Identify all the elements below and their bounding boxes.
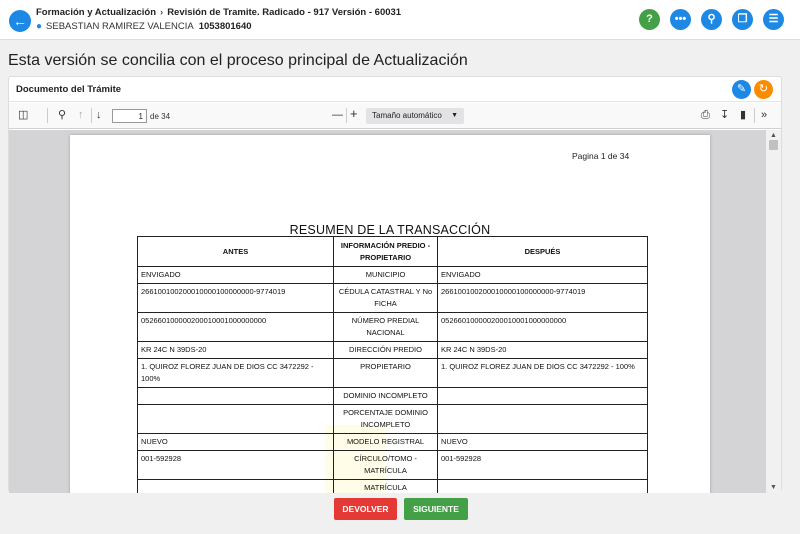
table-header-row: ANTES INFORMACIÓN PREDIO - PROPIETARIO D… [137, 236, 648, 267]
column-header: DESPUÉS [437, 236, 648, 267]
table-cell: CÉDULA CATASTRAL Y No FICHA [333, 283, 438, 313]
top-bar: ← Formación y Actualización › Revisión de … [0, 0, 800, 40]
breadcrumb-item: Revisión de Tramite. Radicado - 917 Vers… [167, 7, 402, 18]
table-cell: 266100100200010000100000000-9774019 [437, 283, 648, 313]
table-cell: NUEVO [437, 433, 648, 451]
table-row: 052660100000200010001000000000 NÚMERO PRE… [137, 312, 648, 342]
table-row: MATRÍCULA [137, 479, 648, 493]
table-cell: NUEVO [137, 433, 334, 451]
print-icon[interactable]: ⎙ [701, 108, 710, 123]
vertical-scrollbar[interactable]: ▲ ▼ [766, 130, 781, 493]
zoom-select-value: Tamaño automático [372, 111, 442, 120]
edit-pencil-icon[interactable]: ✎ [732, 80, 751, 99]
scroll-up-icon[interactable]: ▲ [770, 132, 777, 139]
person-icon: ● [36, 21, 43, 32]
scroll-thumb[interactable] [769, 140, 778, 150]
more-icon[interactable]: ••• [670, 9, 691, 30]
table-cell [437, 387, 648, 405]
table-cell: MODELO REGISTRAL [333, 433, 438, 451]
refresh-icon[interactable]: ↻ [754, 80, 773, 99]
table-cell: DOMINIO INCOMPLETO [333, 387, 438, 405]
document-panel: Documento del Trámite ✎ ↻ ◫ ⚲ ↑ ↓ 1 de 3… [8, 76, 782, 493]
copy-icon[interactable]: ❐ [732, 9, 753, 30]
table-cell: 001-592928 [437, 450, 648, 480]
page-label: Pagina 1 de 34 [572, 151, 630, 161]
table-row: 001-592928 CÍRCULO/TOMO - MATRÍCULA 001-59… [137, 450, 648, 480]
previous-page-icon[interactable]: ↑ [78, 108, 84, 123]
user-name: SEBASTIAN RAMIREZ VALENCIA [46, 21, 194, 32]
tools-chevron-icon[interactable]: » [761, 108, 767, 123]
back-arrow-icon[interactable]: ← [9, 10, 31, 32]
page-title: Esta versión se concilia con el proceso … [8, 52, 468, 69]
user-id: 1053801640 [198, 21, 252, 32]
table-cell: KR 24C N 39DS-20 [137, 341, 334, 359]
sidebar-toggle-icon[interactable]: ◫ [18, 108, 28, 123]
column-header: INFORMACIÓN PREDIO - PROPIETARIO [333, 236, 438, 267]
table-cell: 001-592928 [137, 450, 334, 480]
divider [346, 108, 347, 123]
chevron-down-icon: ▼ [451, 112, 458, 119]
page-number-input[interactable]: 1 [112, 109, 147, 123]
user-info: ● SEBASTIAN RAMIREZ VALENCIA 1053801640 [36, 21, 252, 32]
scroll-down-icon[interactable]: ▼ [770, 484, 777, 491]
table-row: KR 24C N 39DS-20 DIRECCIÓN PREDIO KR 24C N… [137, 341, 648, 359]
table-cell [137, 387, 334, 405]
pdf-page: Pagina 1 de 34 RESUMEN DE LA TRANSACCIÓN… [70, 135, 710, 493]
breadcrumb-item[interactable]: Formación y Actualización [36, 7, 156, 18]
table-cell: ENVIGADO [437, 266, 648, 284]
devolver-button[interactable]: DEVOLVER [334, 498, 397, 520]
page-count: de 34 [150, 112, 171, 121]
table-cell [437, 479, 648, 493]
top-actions: ? ••• ⚲ ❐ ☰ [639, 9, 784, 30]
table-cell [437, 404, 648, 434]
transaction-table: ANTES INFORMACIÓN PREDIO - PROPIETARIO D… [137, 236, 648, 493]
table-cell: 266100100200010000100000000-9774019 [137, 283, 334, 313]
table-cell: 1. QUIROZ FLOREZ JUAN DE DIOS CC 3472292… [437, 358, 648, 388]
panel-header: Documento del Trámite ✎ ↻ [9, 77, 781, 102]
table-cell: PROPIETARIO [333, 358, 438, 388]
table-cell: NÚMERO PREDIAL NACIONAL [333, 312, 438, 342]
table-cell: MUNICIPIO [333, 266, 438, 284]
footer-actions: DEVOLVER SIGUIENTE [0, 498, 800, 520]
next-page-icon[interactable]: ↓ [96, 108, 102, 123]
table-cell: KR 24C N 39DS-20 [437, 341, 648, 359]
table-row: NUEVO MODELO REGISTRAL NUEVO [137, 433, 648, 451]
table-cell [137, 404, 334, 434]
panel-title: Documento del Trámite [16, 84, 122, 95]
zoom-in-icon[interactable]: + [350, 106, 358, 121]
table-row: PORCENTAJE DOMINIO INCOMPLETO [137, 404, 648, 434]
table-row: DOMINIO INCOMPLETO [137, 387, 648, 405]
table-row: ENVIGADO MUNICIPIO ENVIGADO [137, 266, 648, 284]
table-cell: 052660100000200010001000000000 [137, 312, 334, 342]
table-cell: ENVIGADO [137, 266, 334, 284]
divider [47, 108, 48, 123]
table-row: 1. QUIROZ FLOREZ JUAN DE DIOS CC 3472292… [137, 358, 648, 388]
zoom-out-icon[interactable]: — [332, 108, 343, 123]
table-cell: MATRÍCULA [333, 479, 438, 493]
zoom-select[interactable]: Tamaño automático ▼ [366, 108, 464, 124]
pdf-viewer[interactable]: Pagina 1 de 34 RESUMEN DE LA TRANSACCIÓN… [9, 130, 766, 493]
chevron-right-icon: › [160, 7, 164, 18]
pdf-toolbar: ◫ ⚲ ↑ ↓ 1 de 34 — + Tamaño automático ▼ … [9, 103, 781, 129]
download-icon[interactable]: ↧ [720, 108, 729, 123]
table-cell: PORCENTAJE DOMINIO INCOMPLETO [333, 404, 438, 434]
bookmark-icon[interactable]: ▮ [740, 108, 746, 123]
breadcrumb: Formación y Actualización › Revisión de Tr… [36, 7, 401, 18]
siguiente-button[interactable]: SIGUIENTE [404, 498, 468, 520]
table-row: 266100100200010000100000000-9774019 CÉDUL… [137, 283, 648, 313]
help-icon[interactable]: ? [639, 9, 660, 30]
table-cell: DIRECCIÓN PREDIO [333, 341, 438, 359]
table-cell: 052660100000200010001000000000 [437, 312, 648, 342]
attachment-icon[interactable]: ⚲ [701, 9, 722, 30]
table-cell: 1. QUIROZ FLOREZ JUAN DE DIOS CC 3472292… [137, 358, 334, 388]
table-cell: CÍRCULO/TOMO - MATRÍCULA [333, 450, 438, 480]
divider [754, 108, 755, 123]
search-icon[interactable]: ⚲ [58, 108, 66, 123]
document-title: RESUMEN DE LA TRANSACCIÓN [289, 223, 491, 237]
notes-icon[interactable]: ☰ [763, 9, 784, 30]
table-cell [137, 479, 334, 493]
column-header: ANTES [137, 236, 334, 267]
divider [91, 108, 92, 123]
